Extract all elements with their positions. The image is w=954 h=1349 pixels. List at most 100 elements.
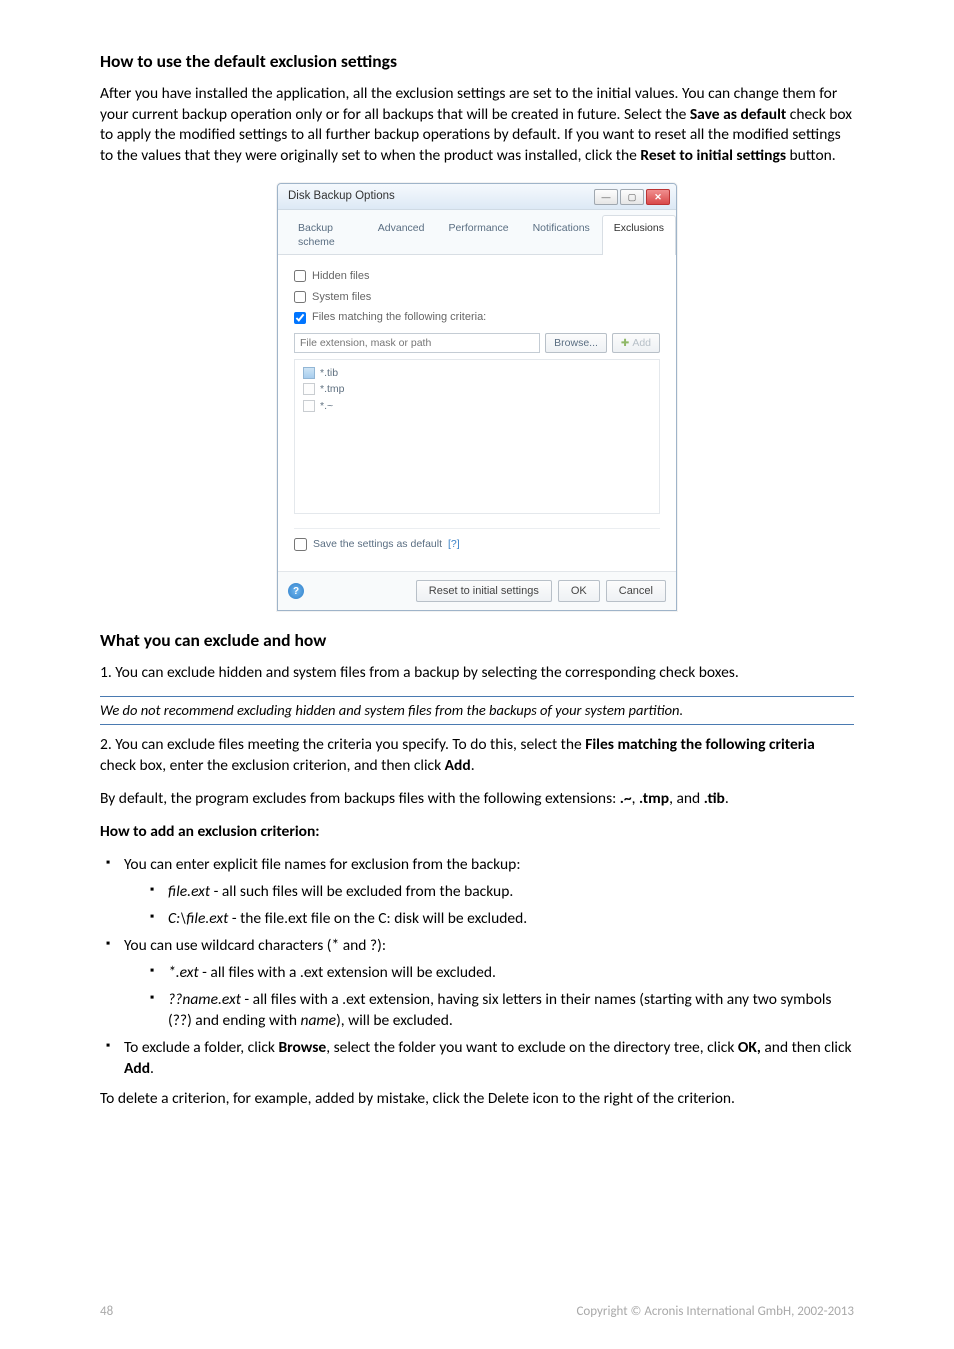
note-divider-top: [100, 696, 854, 697]
code-name: name: [300, 1011, 336, 1030]
text: .: [471, 756, 475, 775]
dialog-screenshot: Disk Backup Options — ▢ ✕ Backup scheme …: [100, 183, 854, 611]
pattern-text: *.tib: [320, 366, 338, 380]
browse-button[interactable]: Browse...: [545, 333, 607, 353]
pattern-list: *.tib *.tmp *.~: [294, 359, 660, 514]
tab-backup-scheme[interactable]: Backup scheme: [286, 215, 366, 254]
criteria-input[interactable]: [294, 333, 540, 353]
tab-performance[interactable]: Performance: [436, 215, 520, 254]
save-as-default-term: Save as default: [690, 105, 786, 124]
text: - the file.ext file on the C: disk will …: [228, 909, 527, 928]
code-file-ext: file.ext: [168, 882, 210, 901]
text: ), will be excluded.: [336, 1011, 453, 1030]
criterion-list: You can enter explicit file names for ex…: [100, 855, 854, 1079]
save-default-row[interactable]: Save the settings as default [?]: [294, 528, 660, 561]
minimize-icon[interactable]: —: [594, 189, 618, 205]
term-ok: OK,: [738, 1038, 761, 1057]
term-files-matching: Files matching the following criteria: [585, 735, 815, 754]
ext-tmp: .tmp: [639, 789, 669, 808]
hidden-files-label: Hidden files: [312, 269, 369, 284]
list-item[interactable]: *.tmp: [303, 382, 651, 396]
matching-criteria-checkbox[interactable]: [294, 312, 306, 324]
filter-row: Browse... ✚Add: [294, 333, 660, 353]
system-files-checkbox[interactable]: [294, 291, 306, 303]
cancel-button[interactable]: Cancel: [606, 580, 666, 602]
dialog-tabs: Backup scheme Advanced Performance Notif…: [278, 210, 676, 254]
text: - all such files will be excluded from t…: [210, 882, 513, 901]
close-icon[interactable]: ✕: [646, 189, 670, 205]
maximize-icon[interactable]: ▢: [620, 189, 644, 205]
text: You can use wildcard characters (* and ?…: [124, 936, 386, 955]
term-add: Add: [445, 756, 471, 775]
dialog-title: Disk Backup Options: [288, 189, 395, 205]
list-item: *.ext - all files with a .ext extension …: [146, 963, 854, 984]
matching-criteria-row[interactable]: Files matching the following criteria:: [294, 310, 660, 325]
file-icon: [303, 400, 315, 412]
text: button.: [786, 146, 836, 165]
list-item: You can use wildcard characters (* and ?…: [102, 936, 854, 1032]
reset-button[interactable]: Reset to initial settings: [416, 580, 552, 602]
copyright: Copyright © Acronis International GmbH, …: [576, 1303, 854, 1321]
page-number: 48: [100, 1303, 113, 1321]
code-star-ext: *.ext: [168, 963, 199, 982]
list-item: C:\file.ext - the file.ext file on the C…: [146, 909, 854, 930]
text: check box, enter the exclusion criterion…: [100, 756, 445, 775]
window-buttons: — ▢ ✕: [594, 189, 670, 205]
text: .: [725, 789, 729, 808]
system-files-label: System files: [312, 290, 371, 305]
tab-exclusions[interactable]: Exclusions: [602, 215, 676, 254]
plus-icon: ✚: [621, 338, 629, 349]
matching-criteria-label: Files matching the following criteria:: [312, 310, 486, 325]
list-item: You can enter explicit file names for ex…: [102, 855, 854, 930]
disk-backup-options-dialog: Disk Backup Options — ▢ ✕ Backup scheme …: [277, 183, 677, 611]
file-icon: [303, 383, 315, 395]
text: ,: [632, 789, 639, 808]
paragraph-exclude-1: 1. You can exclude hidden and system fil…: [100, 663, 854, 684]
pattern-text: *.~: [320, 399, 333, 413]
list-item: file.ext - all such files will be exclud…: [146, 882, 854, 903]
system-files-row[interactable]: System files: [294, 290, 660, 305]
text: , select the folder you want to exclude …: [326, 1038, 738, 1057]
term-add-2: Add: [124, 1059, 150, 1078]
text: and then click: [761, 1038, 852, 1057]
list-item: To exclude a folder, click Browse, selec…: [102, 1038, 854, 1080]
dialog-body: Hidden files System files Files matching…: [278, 255, 676, 572]
text: You can enter explicit file names for ex…: [124, 855, 520, 874]
ok-button[interactable]: OK: [558, 580, 600, 602]
paragraph-exclude-2: 2. You can exclude files meeting the cri…: [100, 735, 854, 777]
save-default-label: Save the settings as default: [313, 537, 442, 551]
save-default-checkbox[interactable]: [294, 538, 307, 551]
text: .: [150, 1059, 154, 1078]
code-c-file-ext: C:\file.ext: [168, 909, 228, 928]
text: - all files with a .ext extension will b…: [199, 963, 496, 982]
heading-what-exclude: What you can exclude and how: [100, 629, 854, 653]
add-button[interactable]: ✚Add: [612, 333, 660, 353]
tab-notifications[interactable]: Notifications: [521, 215, 602, 254]
add-label: Add: [632, 337, 651, 349]
note-divider-bottom: [100, 724, 854, 725]
text: 2. You can exclude files meeting the cri…: [100, 735, 585, 754]
page-footer: 48 Copyright © Acronis International Gmb…: [100, 1303, 854, 1321]
paragraph-default-extensions: By default, the program excludes from ba…: [100, 789, 854, 810]
help-icon[interactable]: ?: [288, 583, 304, 599]
pattern-text: *.tmp: [320, 382, 345, 396]
tab-advanced[interactable]: Advanced: [366, 215, 437, 254]
note-text: We do not recommend excluding hidden and…: [100, 701, 854, 721]
heading-add-criterion: How to add an exclusion criterion:: [100, 822, 854, 843]
hidden-files-row[interactable]: Hidden files: [294, 269, 660, 284]
dialog-footer: ? Reset to initial settings OK Cancel: [278, 571, 676, 610]
text: - all files with a .ext extension, havin…: [168, 990, 832, 1030]
help-link-icon[interactable]: [?]: [448, 537, 460, 551]
list-item: ??name.ext - all files with a .ext exten…: [146, 990, 854, 1032]
code-qq-name-ext: ??name.ext: [168, 990, 241, 1009]
text: To exclude a folder, click: [124, 1038, 278, 1057]
ext-tilde: .~: [620, 789, 632, 808]
ext-tib: .tib: [704, 789, 725, 808]
paragraph-intro: After you have installed the application…: [100, 84, 854, 168]
list-item[interactable]: *.~: [303, 399, 651, 413]
reset-initial-term: Reset to initial settings: [640, 146, 786, 165]
list-item[interactable]: *.tib: [303, 366, 651, 380]
hidden-files-checkbox[interactable]: [294, 270, 306, 282]
paragraph-delete-criterion: To delete a criterion, for example, adde…: [100, 1089, 854, 1110]
text: By default, the program excludes from ba…: [100, 789, 620, 808]
